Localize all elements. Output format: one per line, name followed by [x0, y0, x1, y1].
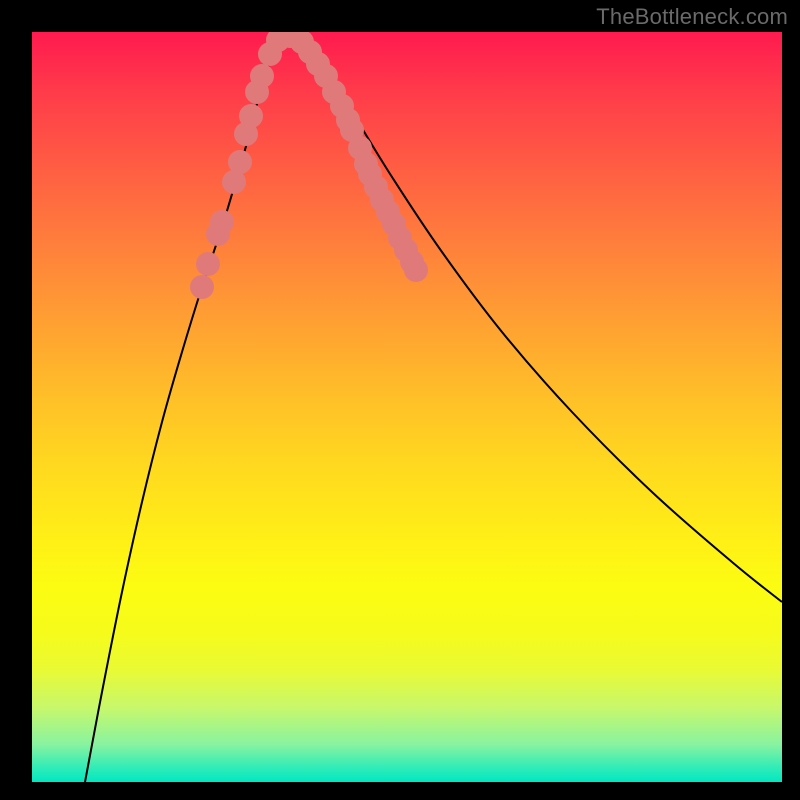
- marker-dot: [404, 258, 428, 282]
- marker-dot: [250, 64, 274, 88]
- marker-dot: [210, 210, 234, 234]
- chart-frame: TheBottleneck.com: [0, 0, 800, 800]
- watermark-text: TheBottleneck.com: [596, 4, 788, 30]
- plot-area: [32, 32, 782, 782]
- marker-dot: [190, 275, 214, 299]
- marker-dot: [239, 104, 263, 128]
- chart-svg: [32, 32, 782, 782]
- curve-bottleneck-curve: [85, 36, 782, 782]
- marker-dot: [228, 150, 252, 174]
- marker-dot: [196, 252, 220, 276]
